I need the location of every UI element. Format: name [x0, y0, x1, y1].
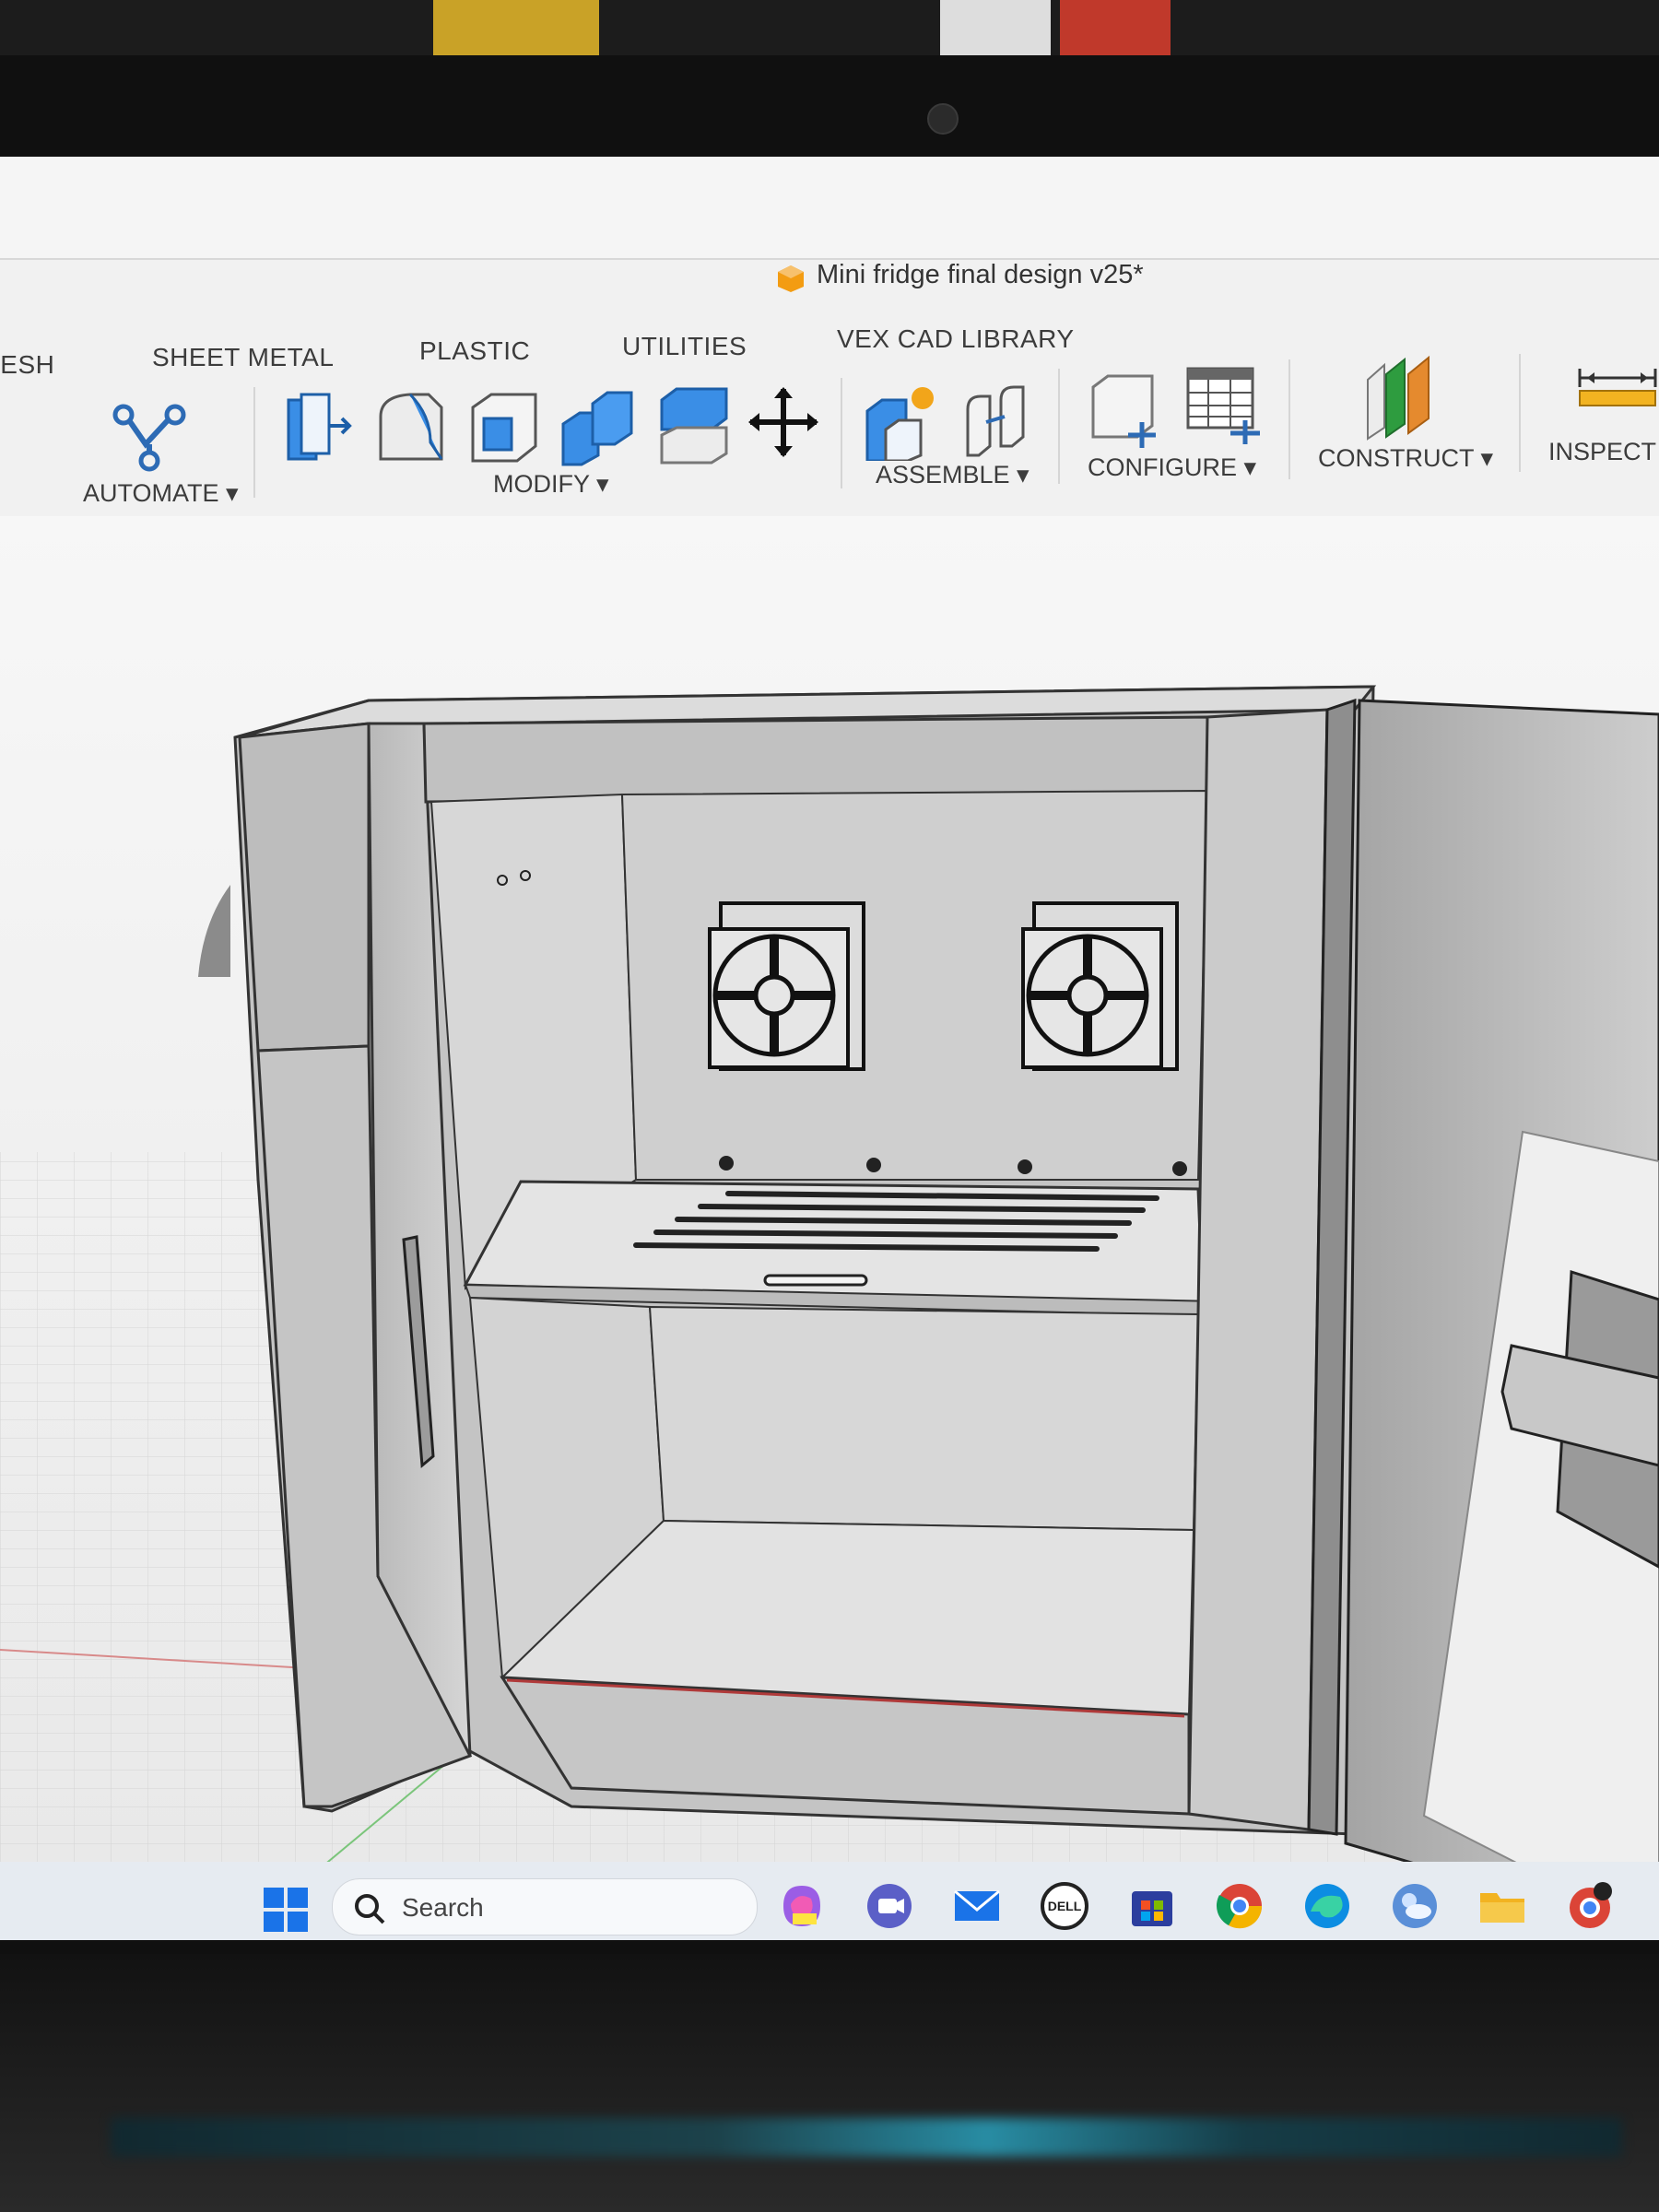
keyboard-backlight — [111, 2118, 1622, 2157]
fillet-icon[interactable] — [373, 387, 447, 466]
offset-plane-icon[interactable] — [1364, 352, 1441, 441]
configure-group-label[interactable]: CONFIGURE ▾ — [1088, 453, 1256, 482]
model-canvas[interactable] — [0, 516, 1659, 1936]
webcam — [927, 103, 959, 135]
tab-sheet-metal[interactable]: SHEET METAL — [152, 343, 334, 372]
right-side-panel — [1187, 708, 1329, 1831]
lower-back-wall — [648, 1305, 1200, 1532]
svg-text:DELL: DELL — [1048, 1899, 1082, 1913]
modify-group-label[interactable]: MODIFY ▾ — [493, 470, 609, 499]
file-explorer-icon[interactable] — [1475, 1878, 1530, 1934]
search-icon — [355, 1894, 385, 1924]
chrome-profile-icon[interactable] — [1562, 1878, 1618, 1934]
store-icon[interactable] — [1124, 1878, 1180, 1934]
replace-face-icon[interactable] — [654, 382, 732, 465]
title-bar — [0, 157, 1659, 260]
automate-icon[interactable] — [111, 398, 188, 476]
weather-icon[interactable] — [1387, 1878, 1442, 1934]
ribbon-separator — [1288, 359, 1290, 479]
configuration-table-icon[interactable] — [1184, 361, 1262, 444]
mail-icon[interactable] — [949, 1878, 1005, 1934]
3d-viewport[interactable] — [0, 516, 1659, 1936]
measure-icon[interactable] — [1576, 359, 1659, 415]
model-rear-edge — [198, 885, 230, 977]
press-pull-icon[interactable] — [281, 385, 355, 468]
laptop-keyboard-deck — [0, 1954, 1659, 2212]
windows-start-icon[interactable] — [258, 1882, 313, 1937]
tab-plastic[interactable]: PLASTIC — [419, 336, 530, 366]
new-component-icon[interactable] — [862, 378, 945, 461]
joint-icon[interactable] — [959, 382, 1032, 459]
automate-group-label[interactable]: AUTOMATE ▾ — [83, 479, 239, 508]
assemble-group-label[interactable]: ASSEMBLE ▾ — [876, 461, 1030, 489]
construct-group-label[interactable]: CONSTRUCT ▾ — [1318, 444, 1493, 473]
chrome-icon[interactable] — [1212, 1878, 1267, 1934]
screen: Mini fridge final design v25* IESH SHEET… — [0, 157, 1659, 1940]
taskbar-search-placeholder: Search — [402, 1893, 484, 1922]
left-side-panel — [238, 722, 371, 1053]
document-title: Mini fridge final design v25* — [817, 260, 1144, 289]
ribbon-separator — [253, 387, 255, 498]
inspect-group-label[interactable]: INSPECT — [1548, 438, 1656, 466]
move-copy-icon[interactable] — [747, 385, 820, 459]
fan-left — [708, 901, 865, 1071]
configure-change-icon[interactable] — [1088, 365, 1161, 448]
upper-inner-ceiling — [422, 715, 1209, 804]
fan-right — [1021, 901, 1179, 1071]
shelf-slot — [763, 1274, 868, 1287]
tab-mesh[interactable]: IESH — [0, 350, 54, 380]
document-icon — [778, 265, 804, 292]
shell-icon[interactable] — [465, 387, 539, 466]
edge-icon[interactable] — [1300, 1878, 1355, 1934]
tab-vex-cad-library[interactable]: VEX CAD LIBRARY — [837, 324, 1075, 354]
tab-utilities[interactable]: UTILITIES — [622, 332, 747, 361]
teams-icon[interactable] — [862, 1878, 917, 1934]
ribbon-separator — [1058, 369, 1060, 484]
copilot-icon[interactable] — [774, 1878, 830, 1934]
combine-icon[interactable] — [558, 387, 635, 466]
dell-icon[interactable]: DELL — [1037, 1878, 1092, 1934]
ribbon-separator — [1519, 354, 1521, 472]
taskbar-search-box[interactable] — [332, 1878, 758, 1936]
ribbon-separator — [841, 378, 842, 488]
